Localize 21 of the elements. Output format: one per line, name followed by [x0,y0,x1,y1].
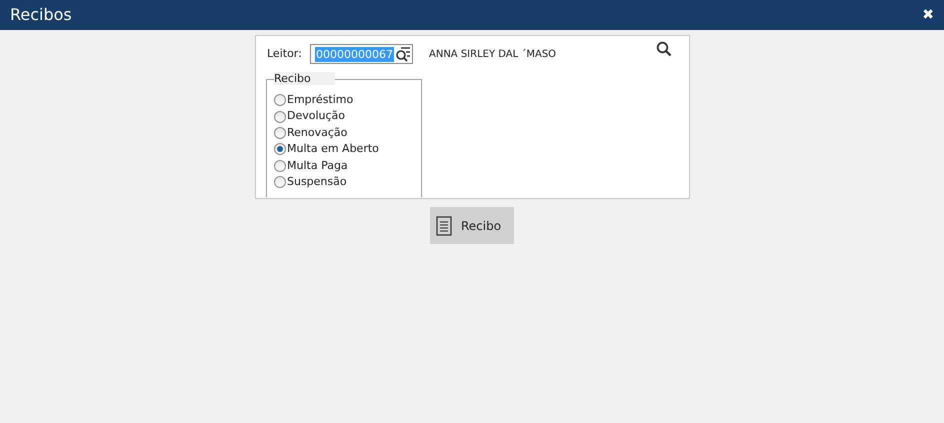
radio-button[interactable] [274,160,286,172]
window-title: Recibos [10,4,72,26]
reader-label: Leitor: [267,46,303,62]
radio-button[interactable] [274,110,286,123]
lookup-icon[interactable] [395,46,411,62]
close-button[interactable]: ✖ [922,8,934,22]
radio-option[interactable]: Devolução [274,108,421,125]
search-icon[interactable] [656,41,672,57]
radio-option[interactable]: Renovação [274,124,421,142]
radio-button[interactable] [274,126,286,139]
radio-button[interactable] [274,94,286,106]
radio-option[interactable]: Suspensão [274,174,421,190]
document-icon [436,216,452,236]
receipt-button[interactable]: Recibo [430,207,514,244]
radio-option[interactable]: Empréstimo [274,92,421,108]
reader-name: ANNA SIRLEY DAL ´MASO [429,48,556,62]
radio-option[interactable]: Multa Paga [274,158,421,174]
radio-button[interactable] [274,143,286,156]
radio-button[interactable] [274,176,286,188]
group-title: Recibo [274,72,335,85]
radio-option[interactable]: Multa em Aberto [274,141,421,158]
